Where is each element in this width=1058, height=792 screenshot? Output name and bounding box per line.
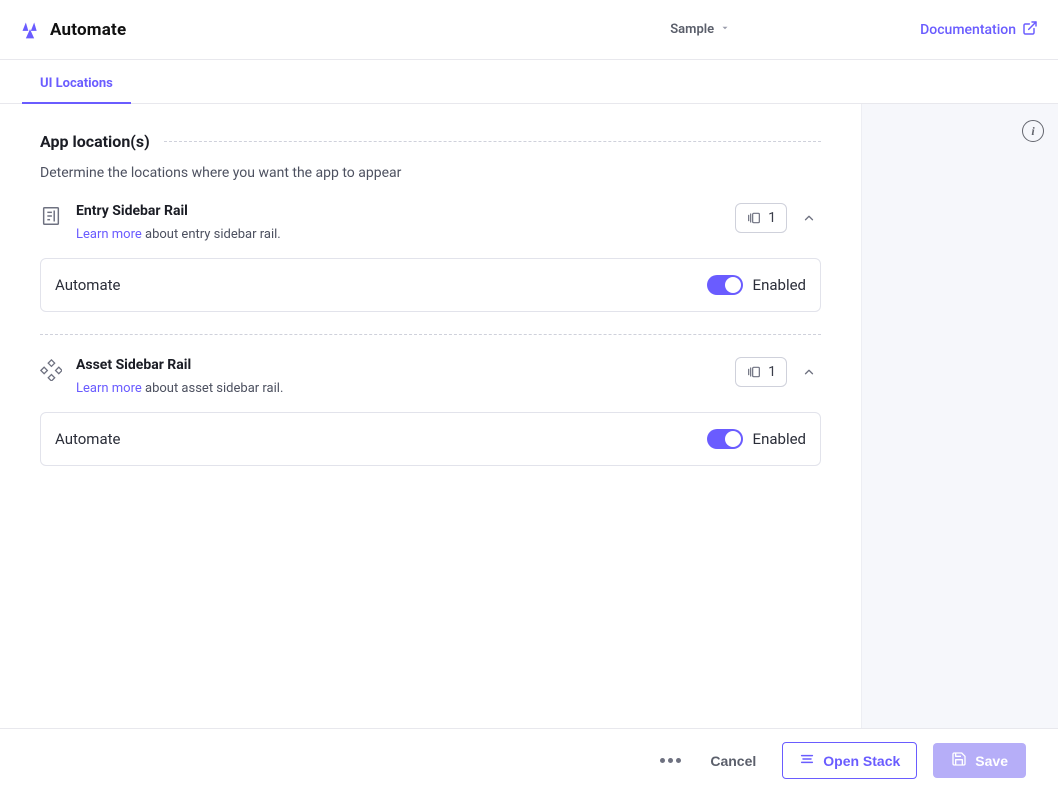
toggle-label: Automate xyxy=(55,276,120,294)
divider xyxy=(164,141,821,142)
documentation-link-label: Documentation xyxy=(920,22,1016,38)
stack-selector[interactable]: Sample xyxy=(670,22,730,37)
save-icon xyxy=(951,751,967,770)
location-toggle-card: Automate Enabled xyxy=(40,258,821,312)
dots-horizontal-icon xyxy=(660,758,681,763)
side-gutter: i xyxy=(862,104,1058,728)
toggle-state: Enabled xyxy=(753,276,806,294)
stack-selector-label: Sample xyxy=(670,22,714,37)
learn-more-link[interactable]: Learn more xyxy=(76,227,142,242)
learn-more-tail: about asset sidebar rail. xyxy=(142,381,284,396)
tab-ui-locations[interactable]: UI Locations xyxy=(40,76,113,103)
toggle-state: Enabled xyxy=(753,430,806,448)
save-button[interactable]: Save xyxy=(933,743,1026,778)
section-header: App location(s) xyxy=(40,132,821,151)
tab-strip: UI Locations xyxy=(0,60,1058,104)
cancel-button[interactable]: Cancel xyxy=(700,745,766,777)
learn-more-link[interactable]: Learn more xyxy=(76,381,142,396)
top-bar: Automate Sample Documentation xyxy=(0,0,1058,60)
location-entry-sidebar: Entry Sidebar Rail Learn more about entr… xyxy=(40,203,821,312)
toggle-label: Automate xyxy=(55,430,120,448)
location-count-badge: 1 xyxy=(735,357,787,387)
document-sidebar-icon xyxy=(40,205,62,227)
external-link-icon xyxy=(1022,20,1038,40)
footer-bar: Cancel Open Stack Save xyxy=(0,728,1058,792)
divider xyxy=(40,334,821,335)
info-button[interactable]: i xyxy=(1022,120,1044,142)
learn-more-tail: about entry sidebar rail. xyxy=(142,227,281,242)
collapse-toggle[interactable] xyxy=(797,206,821,230)
open-stack-label: Open Stack xyxy=(823,753,900,769)
section-subtitle: Determine the locations where you want t… xyxy=(40,165,821,181)
logo-icon xyxy=(20,20,40,40)
app-title: Automate xyxy=(50,20,126,40)
more-actions-button[interactable] xyxy=(656,747,684,775)
save-label: Save xyxy=(975,753,1008,769)
open-stack-button[interactable]: Open Stack xyxy=(782,742,917,779)
enable-toggle[interactable] xyxy=(707,429,743,449)
location-count-badge: 1 xyxy=(735,203,787,233)
main-panel: App location(s) Determine the locations … xyxy=(0,104,862,728)
stack-icon xyxy=(799,751,815,770)
location-count: 1 xyxy=(768,210,776,226)
collapse-toggle[interactable] xyxy=(797,360,821,384)
documentation-link[interactable]: Documentation xyxy=(920,20,1038,40)
location-title: Asset Sidebar Rail xyxy=(76,357,721,373)
chevron-down-icon xyxy=(720,22,730,37)
app-logo: Automate xyxy=(20,20,126,40)
workspace: App location(s) Determine the locations … xyxy=(0,104,1058,728)
location-title: Entry Sidebar Rail xyxy=(76,203,721,219)
diamond-grid-icon xyxy=(40,359,62,381)
location-count: 1 xyxy=(768,364,776,380)
enable-toggle[interactable] xyxy=(707,275,743,295)
location-toggle-card: Automate Enabled xyxy=(40,412,821,466)
section-title: App location(s) xyxy=(40,132,150,151)
location-asset-sidebar: Asset Sidebar Rail Learn more about asse… xyxy=(40,357,821,466)
